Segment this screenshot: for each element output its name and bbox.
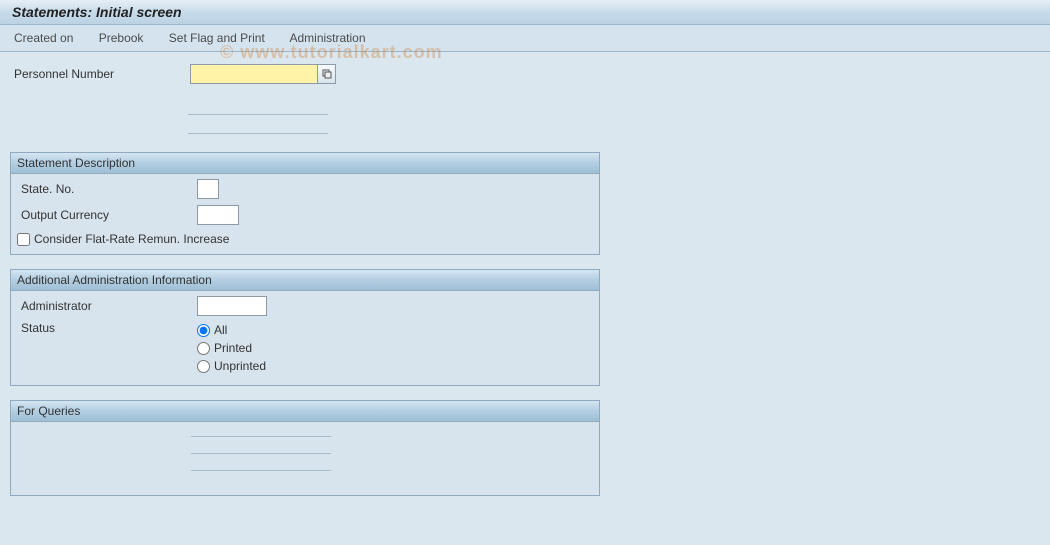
for-queries-group: For Queries: [10, 400, 600, 496]
menu-administration[interactable]: Administration: [290, 31, 366, 45]
menu-bar: Created on Prebook Set Flag and Print Ad…: [0, 25, 1050, 52]
admin-info-title: Additional Administration Information: [11, 270, 599, 291]
flat-rate-row: Consider Flat-Rate Remun. Increase: [17, 230, 593, 248]
blank-line: [191, 453, 331, 454]
flat-rate-label: Consider Flat-Rate Remun. Increase: [34, 232, 229, 246]
menu-set-flag-print[interactable]: Set Flag and Print: [169, 31, 265, 45]
menu-prebook[interactable]: Prebook: [99, 31, 144, 45]
statement-description-group: Statement Description State. No. Output …: [10, 152, 600, 255]
status-unprinted-label: Unprinted: [214, 359, 266, 373]
state-no-input[interactable]: [197, 179, 219, 199]
personnel-number-row: Personnel Number: [10, 64, 1040, 84]
output-currency-label: Output Currency: [17, 208, 197, 222]
status-row: Status All Printed Unprinted: [17, 321, 593, 375]
blank-line: [188, 114, 328, 115]
for-queries-title: For Queries: [11, 401, 599, 422]
blank-line: [191, 436, 331, 437]
state-no-label: State. No.: [17, 182, 197, 196]
flat-rate-checkbox[interactable]: [17, 233, 30, 246]
statement-description-title: Statement Description: [11, 153, 599, 174]
admin-info-group: Additional Administration Information Ad…: [10, 269, 600, 386]
administrator-input[interactable]: [197, 296, 267, 316]
output-currency-input[interactable]: [197, 205, 239, 225]
window-title: Statements: Initial screen: [0, 0, 1050, 25]
search-help-icon[interactable]: [318, 64, 336, 84]
for-queries-body: [11, 422, 599, 495]
blank-lines-top: [188, 114, 1040, 134]
personnel-number-label: Personnel Number: [10, 67, 190, 81]
status-radio-printed[interactable]: [197, 342, 210, 355]
blank-line: [191, 470, 331, 471]
statement-description-body: State. No. Output Currency Consider Flat…: [11, 174, 599, 254]
status-all-label: All: [214, 323, 227, 337]
f4-icon: [322, 69, 332, 79]
status-radio-all[interactable]: [197, 324, 210, 337]
administrator-label: Administrator: [17, 299, 197, 313]
administrator-row: Administrator: [17, 295, 593, 317]
status-options: All Printed Unprinted: [197, 321, 266, 375]
admin-info-body: Administrator Status All Printed: [11, 291, 599, 385]
status-radio-unprinted[interactable]: [197, 360, 210, 373]
personnel-number-input[interactable]: [190, 64, 318, 84]
output-currency-row: Output Currency: [17, 204, 593, 226]
blank-line: [188, 133, 328, 134]
state-no-row: State. No.: [17, 178, 593, 200]
content-area: Personnel Number Statement Description S…: [0, 52, 1050, 508]
personnel-number-wrap: [190, 64, 336, 84]
title-text: Statements: Initial screen: [12, 4, 182, 20]
status-label: Status: [17, 321, 197, 335]
menu-created-on[interactable]: Created on: [14, 31, 73, 45]
status-printed-label: Printed: [214, 341, 252, 355]
